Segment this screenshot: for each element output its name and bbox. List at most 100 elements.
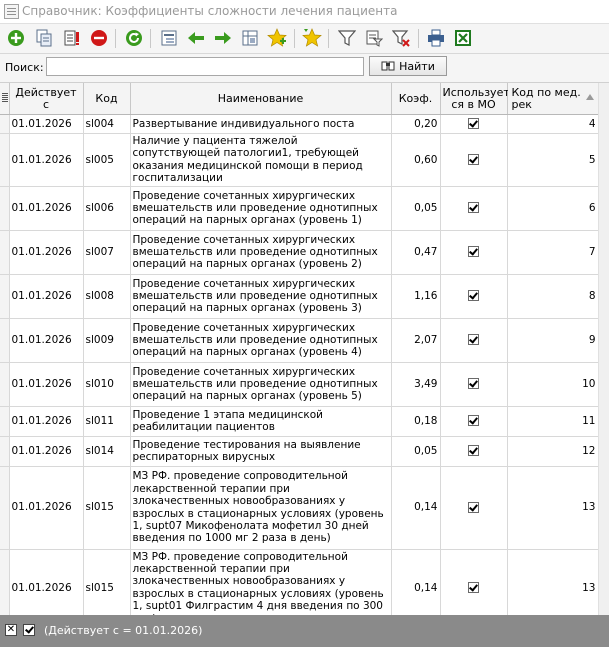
filter-button[interactable] [337,28,357,48]
print-button[interactable] [426,28,446,48]
row-indicator[interactable] [0,186,10,231]
column-header-coef[interactable]: Коэф. [391,83,441,115]
cell-name: МЗ РФ. проведение сопроводительной лекар… [130,466,392,550]
row-indicator[interactable] [0,274,10,319]
grid-header-row: Действует с Код Наименование Коэф. Испол… [0,83,599,115]
cell-med-code: 9 [507,318,599,363]
row-indicator[interactable] [0,362,10,407]
cell-coef: 0,14 [391,466,441,550]
table-row[interactable]: 01.01.2026 sl007 Проведение сочетанных х… [0,230,599,275]
row-indicator[interactable] [0,318,10,363]
move-left-button[interactable] [186,28,206,48]
search-label: Поиск: [5,61,44,74]
cell-used [440,362,508,407]
copy-button[interactable] [34,28,54,48]
group-columns-button[interactable] [240,28,260,48]
cell-coef: 0,18 [391,406,441,437]
favorite-add-button[interactable] [267,28,287,48]
vertical-scrollbar[interactable] [598,83,609,615]
cell-used [440,133,508,187]
table-row[interactable]: 01.01.2026 sl010 Проведение сочетанных х… [0,362,599,407]
cell-med-code: 12 [507,436,599,467]
find-button[interactable]: Найти [369,56,447,76]
move-right-button[interactable] [213,28,233,48]
cell-med-code: 10 [507,362,599,407]
cell-med-code: 13 [507,549,599,615]
column-header-name[interactable]: Наименование [130,83,392,115]
favorite-down-button[interactable] [302,28,322,48]
table-row[interactable]: 01.01.2026 sl015 МЗ РФ. проведение сопро… [0,549,599,615]
edit-button[interactable] [62,28,82,48]
group-button[interactable] [159,28,179,48]
row-indicator[interactable] [0,114,10,134]
group-columns-icon [242,30,258,46]
cell-name: Проведение сочетанных хирургических вмеш… [130,186,392,231]
used-checkbox[interactable] [468,445,479,457]
table-row[interactable]: 01.01.2026 sl014 Проведение тестирования… [0,436,599,467]
cell-name: Проведение сочетанных хирургических вмеш… [130,318,392,363]
print-icon [428,29,444,47]
filter-edit-button[interactable] [364,28,384,48]
search-input[interactable] [46,57,364,76]
clear-filter-button[interactable]: ✕ [5,624,17,636]
row-indicator[interactable] [0,230,10,275]
cell-name: МЗ РФ. проведение сопроводительной лекар… [130,549,392,615]
row-indicator[interactable] [0,549,10,615]
used-checkbox[interactable] [468,202,479,214]
cell-date: 01.01.2026 [9,186,84,231]
table-row[interactable]: 01.01.2026 sl004 Развертывание индивидуа… [0,114,599,134]
cell-med-code: 4 [507,114,599,134]
cell-date: 01.01.2026 [9,230,84,275]
excel-export-button[interactable] [453,28,473,48]
delete-button[interactable] [89,28,109,48]
cell-name: Проведение 1 этапа медицинской реабилита… [130,406,392,437]
column-header-used[interactable]: Использует ся в МО [440,83,510,115]
cell-name: Проведение тестирования на выявление рес… [130,436,392,467]
cell-coef: 1,16 [391,274,441,319]
column-header-date[interactable]: Действует с [9,83,84,115]
used-checkbox[interactable] [468,290,479,302]
used-checkbox[interactable] [468,154,479,166]
favorite-add-icon [267,28,287,47]
row-indicator[interactable] [0,406,10,437]
cell-coef: 2,07 [391,318,441,363]
filter-clear-button[interactable] [391,28,411,48]
used-checkbox[interactable] [468,334,479,346]
refresh-icon [126,30,142,46]
cell-coef: 0,14 [391,549,441,615]
table-row[interactable]: 01.01.2026 sl011 Проведение 1 этапа меди… [0,406,599,437]
table-row[interactable]: 01.01.2026 sl006 Проведение сочетанных х… [0,186,599,231]
filter-text[interactable]: (Действует с = 01.01.2026) [44,624,202,637]
cell-coef: 0,60 [391,133,441,187]
grid-options-header[interactable] [0,83,10,115]
cell-code: sl008 [83,274,131,319]
arrow-left-icon [188,32,204,44]
table-row[interactable]: 01.01.2026 sl009 Проведение сочетанных х… [0,318,599,363]
cell-name: Развертывание индивидуального поста [130,114,392,134]
refresh-button[interactable] [124,28,144,48]
used-checkbox[interactable] [468,501,479,513]
cell-coef: 0,47 [391,230,441,275]
table-row[interactable]: 01.01.2026 sl008 Проведение сочетанных х… [0,274,599,319]
cell-date: 01.01.2026 [9,274,84,319]
add-button[interactable] [6,28,26,48]
search-bar: Поиск: Найти [0,54,609,83]
used-checkbox[interactable] [468,582,479,594]
used-checkbox[interactable] [468,118,479,130]
used-checkbox[interactable] [468,378,479,390]
row-indicator[interactable] [0,436,10,467]
table-row[interactable]: 01.01.2026 sl015 МЗ РФ. проведение сопро… [0,466,599,550]
cell-date: 01.01.2026 [9,549,84,615]
row-indicator[interactable] [0,133,10,187]
add-icon [8,30,24,46]
cell-used [440,318,508,363]
cell-used [440,114,508,134]
used-checkbox[interactable] [468,246,479,258]
table-row[interactable]: 01.01.2026 sl005 Наличие у пациента тяже… [0,133,599,187]
column-header-med-code[interactable]: Код по мед. рек [507,83,599,115]
cell-used [440,436,508,467]
filter-enabled-checkbox[interactable] [23,624,35,636]
used-checkbox[interactable] [468,415,479,427]
row-indicator[interactable] [0,466,10,550]
column-header-code[interactable]: Код [83,83,131,115]
